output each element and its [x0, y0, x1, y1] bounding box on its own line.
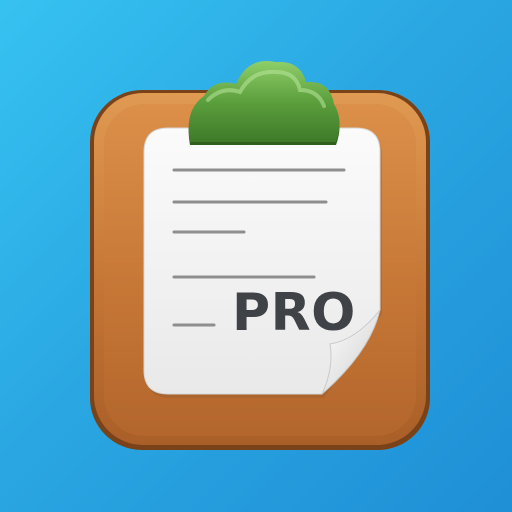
green-cloud-clip-icon: [188, 60, 340, 145]
clipboard-illustration: [90, 60, 430, 450]
app-icon: PRO: [0, 0, 512, 512]
pro-badge-text: PRO: [232, 283, 356, 343]
